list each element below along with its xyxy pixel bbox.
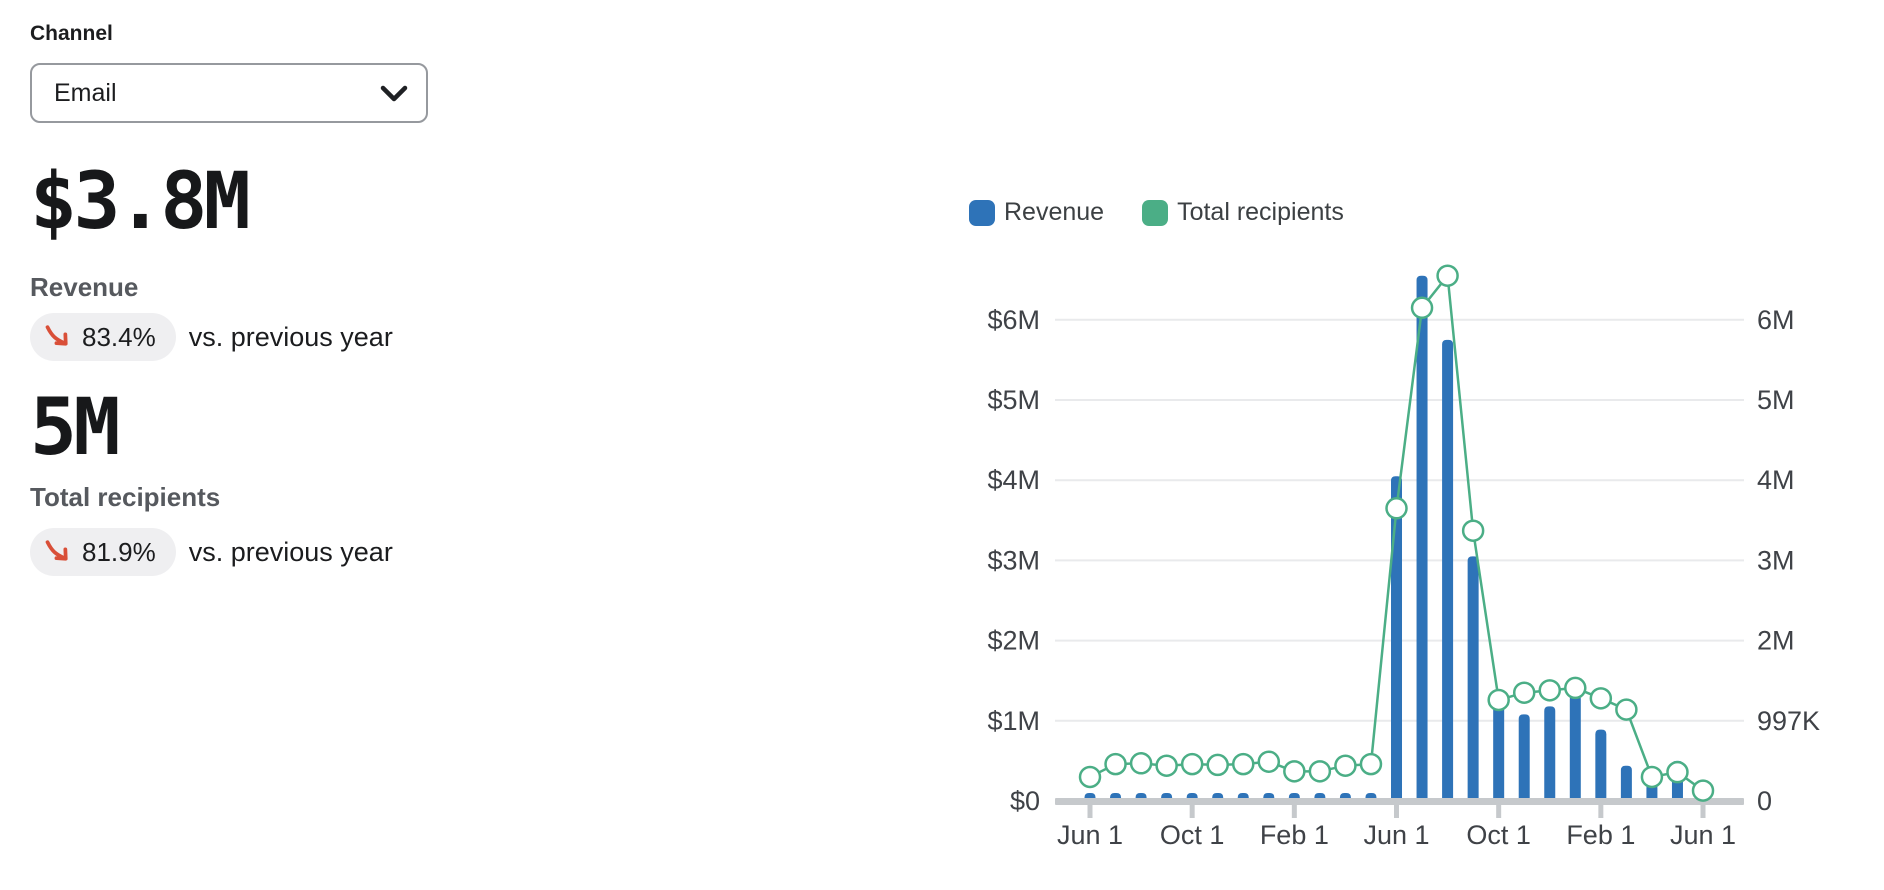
recipients-point[interactable] bbox=[1438, 266, 1458, 286]
comparison-label: vs. previous year bbox=[189, 322, 393, 353]
trend-badge: 81.9% bbox=[30, 528, 176, 576]
analytics-dashboard: Channel Email $3.8M Revenue 83.4% vs. pr… bbox=[0, 0, 1884, 890]
x-axis-tick bbox=[1190, 805, 1195, 818]
recipients-point[interactable] bbox=[1387, 498, 1407, 518]
x-tick-label: Feb 1 bbox=[1260, 820, 1329, 850]
recipients-point[interactable] bbox=[1259, 752, 1279, 772]
recipients-point[interactable] bbox=[1667, 762, 1687, 782]
x-tick-label: Jun 1 bbox=[1363, 820, 1429, 850]
x-axis-tick bbox=[1394, 805, 1399, 818]
recipients-point[interactable] bbox=[1335, 756, 1355, 776]
x-tick-label: Jun 1 bbox=[1670, 820, 1736, 850]
recipients-point[interactable] bbox=[1157, 756, 1177, 776]
revenue-bar[interactable] bbox=[1519, 714, 1530, 801]
delta-value: 81.9% bbox=[82, 537, 156, 568]
channel-label: Channel bbox=[30, 22, 113, 46]
legend-label-revenue: Revenue bbox=[1004, 198, 1104, 227]
x-tick-label: Oct 1 bbox=[1466, 820, 1531, 850]
recipients-point[interactable] bbox=[1565, 678, 1585, 698]
y-right-label: 2M bbox=[1757, 626, 1795, 656]
legend-item-recipients[interactable]: Total recipients bbox=[1142, 198, 1344, 227]
recipients-point[interactable] bbox=[1233, 754, 1253, 774]
y-right-label: 6M bbox=[1757, 305, 1795, 335]
y-left-label: $4M bbox=[987, 465, 1040, 495]
y-right-label: 997K bbox=[1757, 706, 1820, 736]
chevron-down-icon bbox=[380, 85, 408, 102]
trending-down-icon bbox=[43, 537, 74, 568]
trend-badge: 83.4% bbox=[30, 313, 176, 361]
x-tick-label: Jun 1 bbox=[1057, 820, 1123, 850]
revenue-bar[interactable] bbox=[1544, 706, 1555, 801]
x-axis-line bbox=[1055, 798, 1744, 805]
recipients-point[interactable] bbox=[1208, 755, 1228, 775]
revenue-bar[interactable] bbox=[1442, 340, 1453, 801]
chart-legend: Revenue Total recipients bbox=[969, 198, 1344, 227]
y-left-label: $3M bbox=[987, 545, 1040, 575]
y-right-label: 4M bbox=[1757, 465, 1795, 495]
recipients-point[interactable] bbox=[1489, 690, 1509, 710]
kpi-label-recipients: Total recipients bbox=[30, 482, 220, 513]
revenue-bar[interactable] bbox=[1570, 694, 1581, 801]
x-axis-tick bbox=[1701, 805, 1706, 818]
y-right-label: 5M bbox=[1757, 385, 1795, 415]
y-right-label: 0 bbox=[1757, 786, 1772, 816]
revenue-bar[interactable] bbox=[1493, 706, 1504, 801]
recipients-point[interactable] bbox=[1131, 753, 1151, 773]
x-axis-tick bbox=[1496, 805, 1501, 818]
kpi-trend-recipients: 81.9% vs. previous year bbox=[30, 528, 393, 576]
y-right-label: 3M bbox=[1757, 545, 1795, 575]
channel-select[interactable]: Email bbox=[30, 63, 428, 123]
y-left-label: $6M bbox=[987, 305, 1040, 335]
recipients-point[interactable] bbox=[1540, 680, 1560, 700]
kpi-label-revenue: Revenue bbox=[30, 272, 138, 303]
trending-down-icon bbox=[43, 322, 74, 353]
revenue-bar[interactable] bbox=[1468, 556, 1479, 801]
recipients-swatch bbox=[1142, 200, 1168, 226]
revenue-swatch bbox=[969, 200, 995, 226]
revenue-bar[interactable] bbox=[1417, 276, 1428, 801]
legend-label-recipients: Total recipients bbox=[1177, 198, 1344, 227]
recipients-point[interactable] bbox=[1182, 754, 1202, 774]
x-tick-label: Feb 1 bbox=[1566, 820, 1635, 850]
revenue-bar[interactable] bbox=[1595, 730, 1606, 801]
recipients-point[interactable] bbox=[1106, 754, 1126, 774]
x-tick-label: Oct 1 bbox=[1160, 820, 1225, 850]
recipients-point[interactable] bbox=[1080, 767, 1100, 787]
kpi-value-recipients: 5M bbox=[30, 388, 117, 470]
recipients-point[interactable] bbox=[1642, 767, 1662, 787]
y-left-label: $0 bbox=[1010, 786, 1040, 816]
kpi-trend-revenue: 83.4% vs. previous year bbox=[30, 313, 393, 361]
y-left-label: $5M bbox=[987, 385, 1040, 415]
recipients-point[interactable] bbox=[1310, 761, 1330, 781]
recipients-point[interactable] bbox=[1361, 754, 1381, 774]
revenue-bar[interactable] bbox=[1391, 476, 1402, 801]
revenue-recipients-chart[interactable]: Jun 1 Oct 1 Feb 1 Jun 1 Oct 1 Feb 1 Jun 1 $0 $1M… bbox=[940, 240, 1884, 890]
x-axis-tick bbox=[1598, 805, 1603, 818]
recipients-point[interactable] bbox=[1514, 683, 1534, 703]
kpi-value-revenue: $3.8M bbox=[30, 162, 247, 244]
y-left-label: $2M bbox=[987, 626, 1040, 656]
y-left-label: $1M bbox=[987, 706, 1040, 736]
recipients-point[interactable] bbox=[1591, 688, 1611, 708]
recipients-point[interactable] bbox=[1616, 700, 1636, 720]
recipients-point[interactable] bbox=[1693, 781, 1713, 801]
legend-item-revenue[interactable]: Revenue bbox=[969, 198, 1104, 227]
recipients-point[interactable] bbox=[1412, 298, 1432, 318]
delta-value: 83.4% bbox=[82, 322, 156, 353]
comparison-label: vs. previous year bbox=[189, 537, 393, 568]
channel-select-value: Email bbox=[54, 79, 117, 108]
x-axis-tick bbox=[1088, 805, 1093, 818]
revenue-bar[interactable] bbox=[1621, 766, 1632, 801]
recipients-point[interactable] bbox=[1284, 761, 1304, 781]
x-axis-tick bbox=[1292, 805, 1297, 818]
recipients-point[interactable] bbox=[1463, 521, 1483, 541]
